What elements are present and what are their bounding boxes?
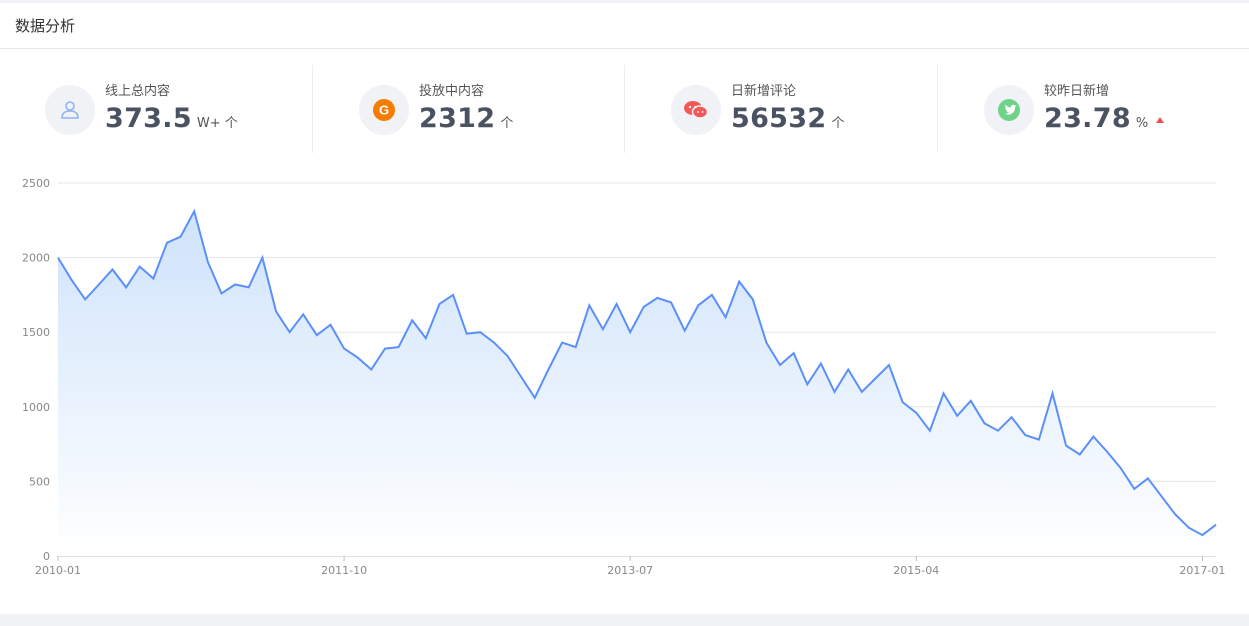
trend-up-icon xyxy=(1156,117,1165,123)
twitter-icon xyxy=(984,85,1034,135)
stat-online-total: 线上总内容 373.5 W+ 个 xyxy=(45,65,345,153)
area-fill xyxy=(58,211,1216,557)
stat-vs-yesterday: 较昨日新增 23.78 % xyxy=(984,65,1249,153)
stat-unit: % xyxy=(1135,116,1149,131)
stat-value: 23.78 xyxy=(1044,103,1131,134)
divider xyxy=(624,65,625,153)
stat-value: 373.5 xyxy=(105,103,192,134)
stat-label: 较昨日新增 xyxy=(1044,84,1110,99)
x-tick-label: 2013-07 xyxy=(607,564,653,577)
stat-unit: 个 xyxy=(500,116,514,131)
y-tick-label: 0 xyxy=(43,550,50,563)
divider xyxy=(312,65,313,153)
stat-in-delivery: G 投放中内容 2312 个 xyxy=(359,65,659,153)
stat-label: 日新增评论 xyxy=(731,84,797,99)
area-chart: 0 500 1000 1500 2000 2500 2010-01 2011-10 2013-… xyxy=(22,177,1225,577)
stat-daily-comments: 日新增评论 56532 个 xyxy=(671,65,971,153)
y-tick-label: 1500 xyxy=(22,326,50,339)
google-icon: G xyxy=(359,85,409,135)
svg-text:G: G xyxy=(379,103,389,118)
data-analysis-card: 数据分析 线上总内容 373.5 W+ 个 G 投放中内容 2312 个 日新增… xyxy=(0,3,1249,614)
x-tick-label: 2017-01 xyxy=(1179,564,1225,577)
stat-label: 线上总内容 xyxy=(105,84,171,99)
y-tick-label: 1000 xyxy=(22,401,50,414)
stat-value: 56532 xyxy=(731,103,827,134)
x-tick-label: 2010-01 xyxy=(35,564,81,577)
stats-row: 线上总内容 373.5 W+ 个 G 投放中内容 2312 个 日新增评论 56… xyxy=(0,65,1249,153)
y-tick-label: 2000 xyxy=(22,252,50,265)
divider xyxy=(937,65,938,153)
x-tick-label: 2015-04 xyxy=(893,564,939,577)
x-tick-label: 2011-10 xyxy=(321,564,367,577)
stat-unit: 个 xyxy=(831,116,845,131)
user-icon xyxy=(45,85,95,135)
card-title: 数据分析 xyxy=(0,3,1249,49)
stat-unit: W+ 个 xyxy=(196,116,238,131)
y-tick-label: 2500 xyxy=(22,177,50,190)
stat-label: 投放中内容 xyxy=(419,84,485,99)
wechat-icon xyxy=(671,85,721,135)
y-tick-label: 500 xyxy=(29,475,50,488)
stat-value: 2312 xyxy=(419,103,496,134)
